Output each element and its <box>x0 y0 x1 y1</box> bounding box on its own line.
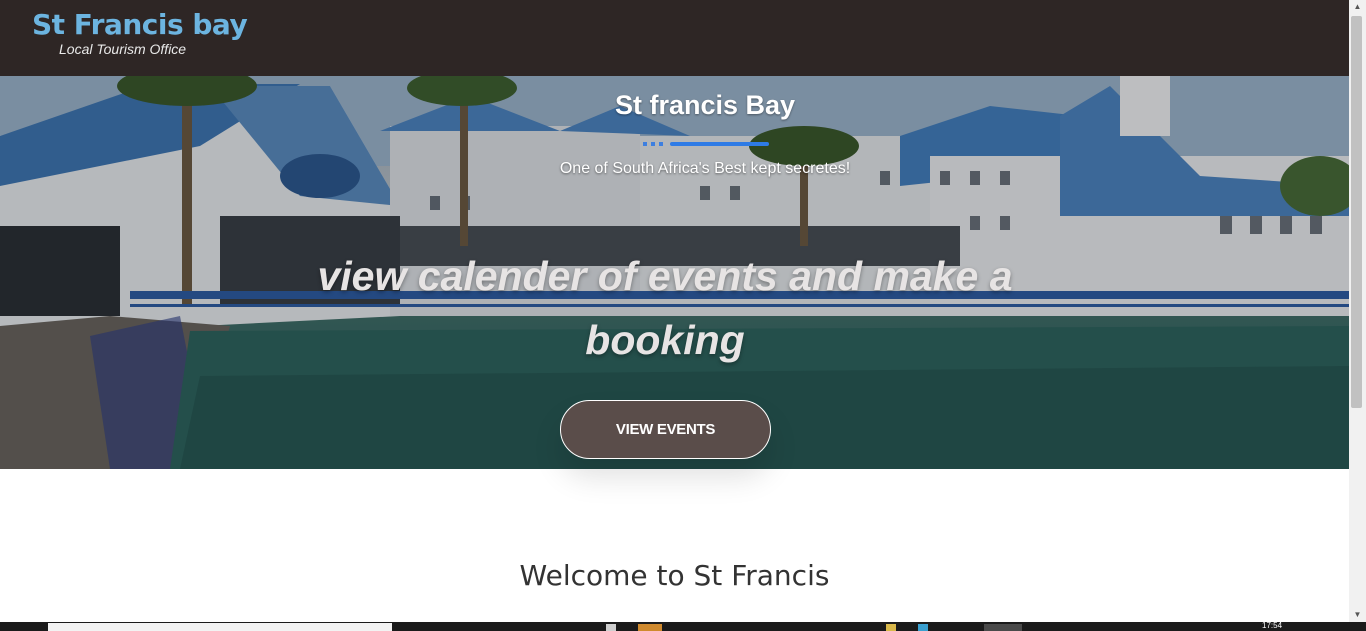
hero-heading: view calender of events and make a booki… <box>317 253 1013 363</box>
taskbar-app-icon[interactable] <box>606 624 616 631</box>
taskbar-app-icon[interactable] <box>984 624 1022 631</box>
divider-bar <box>670 142 769 146</box>
page-scrollbar[interactable]: ▲ ▼ <box>1349 0 1366 622</box>
scrollbar-thumb[interactable] <box>1351 16 1362 408</box>
view-events-button[interactable]: VIEW EVENTS <box>560 400 771 459</box>
welcome-heading: Welcome to St Francis <box>519 559 830 592</box>
os-taskbar: 17:54 <box>0 622 1366 631</box>
brand-logo-link[interactable]: St Francis bay Local Tourism Office <box>32 8 248 57</box>
scroll-up-arrow-icon[interactable]: ▲ <box>1349 0 1366 14</box>
divider-dot <box>643 142 647 146</box>
scroll-down-arrow-icon[interactable]: ▼ <box>1349 608 1366 622</box>
hero-title: St francis Bay <box>614 90 796 120</box>
taskbar-clock: 17:54 <box>1262 621 1283 630</box>
taskbar-app-icon[interactable] <box>638 624 662 631</box>
taskbar-search-box[interactable] <box>48 623 392 631</box>
site-header: St Francis bay Local Tourism Office <box>0 0 1349 76</box>
divider-dot <box>659 142 663 146</box>
brand-title: St Francis bay <box>32 8 248 41</box>
taskbar-app-icon[interactable] <box>918 624 928 631</box>
hero-subtitle: One of South Africa's Best kept secretes… <box>559 160 851 177</box>
divider-dot <box>651 142 655 146</box>
brand-subtitle: Local Tourism Office <box>59 41 187 57</box>
hero-divider <box>643 142 769 146</box>
taskbar-app-icon[interactable] <box>886 624 896 631</box>
